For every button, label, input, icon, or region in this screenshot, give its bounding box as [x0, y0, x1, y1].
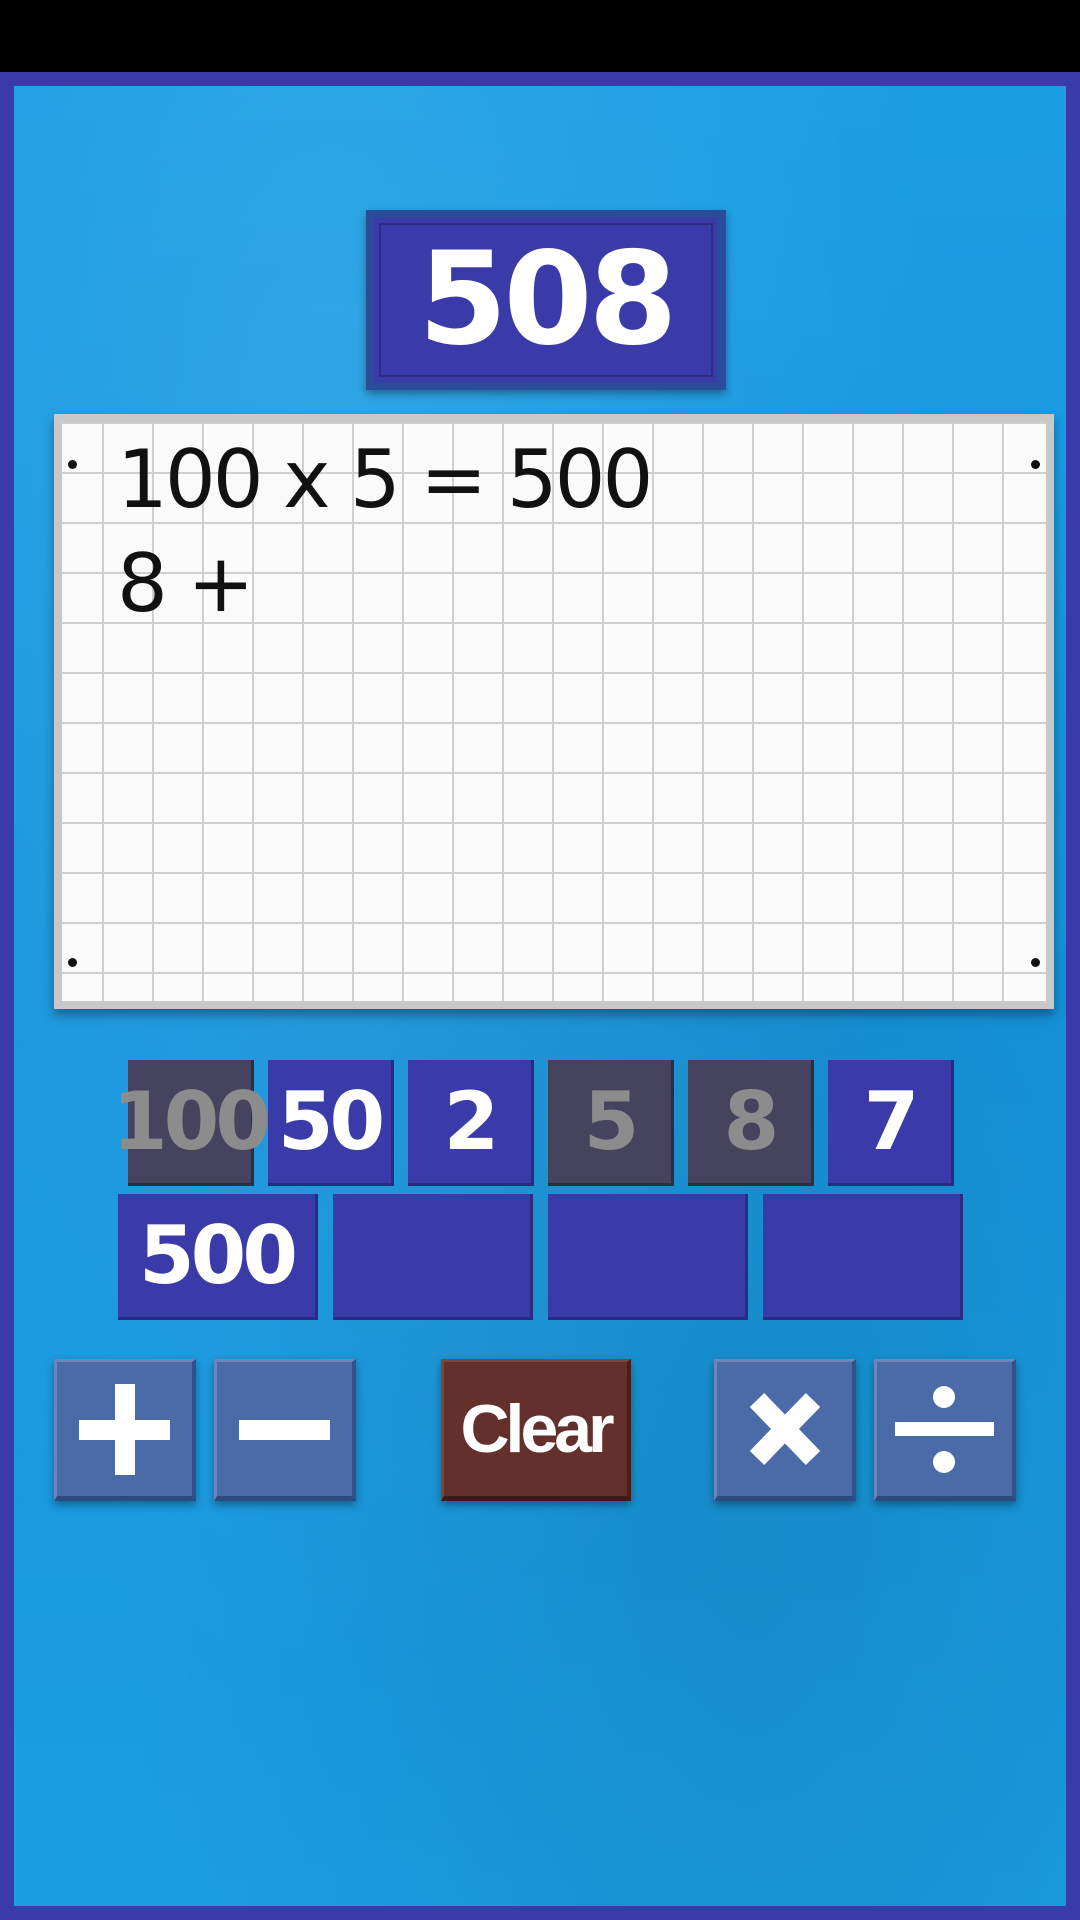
multiply-icon [749, 1393, 821, 1465]
multiply-button[interactable] [714, 1359, 856, 1501]
number-tile-50[interactable]: 50 [268, 1060, 394, 1186]
subtract-button[interactable] [214, 1359, 356, 1501]
number-tile-7[interactable]: 7 [828, 1060, 954, 1186]
divide-button[interactable] [874, 1359, 1016, 1501]
status-bar [0, 0, 1080, 72]
result-tile-4[interactable] [763, 1194, 963, 1320]
pin-bottom-left [68, 958, 77, 967]
divide-icon [895, 1386, 994, 1473]
target-number-display: 508 [366, 210, 726, 390]
target-number: 508 [418, 225, 677, 374]
workpad-line-2: 8 + [117, 537, 254, 630]
clear-button-label: Clear [460, 1391, 614, 1467]
add-button[interactable] [54, 1359, 196, 1501]
minus-icon [239, 1420, 330, 1440]
game-frame: 508 100 x 5 = 500 8 + 100 50 2 5 8 7 500 [0, 72, 1080, 1920]
game-screen: 508 100 x 5 = 500 8 + 100 50 2 5 8 7 500 [0, 0, 1080, 1920]
pin-bottom-right [1031, 958, 1040, 967]
workpad-line-1: 100 x 5 = 500 [117, 433, 653, 526]
game-board: 508 100 x 5 = 500 8 + 100 50 2 5 8 7 500 [14, 86, 1066, 1906]
number-tile-8[interactable]: 8 [688, 1060, 814, 1186]
clear-button[interactable]: Clear [441, 1359, 631, 1501]
number-tile-2[interactable]: 2 [408, 1060, 534, 1186]
result-tile-3[interactable] [548, 1194, 748, 1320]
pin-top-right [1031, 460, 1040, 469]
plus-icon [79, 1384, 170, 1475]
number-tile-5[interactable]: 5 [548, 1060, 674, 1186]
result-tile-2[interactable] [333, 1194, 533, 1320]
result-tile-1[interactable]: 500 [118, 1194, 318, 1320]
workpad: 100 x 5 = 500 8 + [54, 414, 1054, 1009]
pin-top-left [68, 460, 77, 469]
number-tile-100[interactable]: 100 [112, 1060, 271, 1186]
